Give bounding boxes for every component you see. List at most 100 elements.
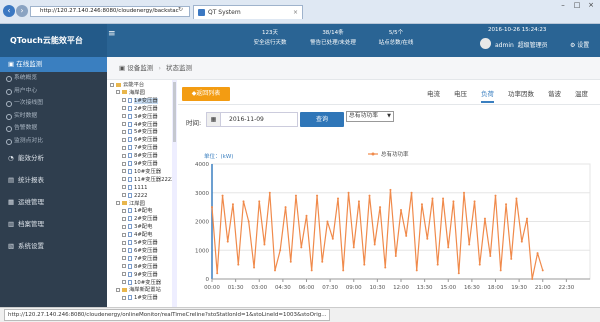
back-nav-icon[interactable]: ‹ — [3, 5, 15, 17]
tree-node[interactable]: 9#变压器 — [122, 271, 158, 280]
tree-node[interactable]: 2#变压器 — [122, 216, 158, 224]
checkbox-icon[interactable] — [122, 224, 126, 229]
file-icon — [128, 145, 132, 151]
window-close-icon[interactable]: × — [584, 0, 598, 10]
address-bar[interactable]: http://120.27.140.246:8080/cloudenergy/b… — [30, 6, 190, 17]
checkbox-icon[interactable] — [122, 129, 126, 134]
forward-nav-icon[interactable]: › — [16, 5, 28, 17]
date-value[interactable]: 2016-11-09 — [229, 113, 264, 126]
tab-温度[interactable]: 温度 — [575, 88, 588, 101]
tree-node[interactable]: 海岸园 — [116, 90, 145, 98]
data-point — [211, 206, 213, 209]
tree-node[interactable]: 7#变压器 — [122, 255, 158, 264]
tab-功率因数[interactable]: 功率因数 — [508, 88, 534, 101]
date-picker[interactable]: ▦ 2016-11-09 — [206, 112, 298, 127]
sidebar-subitem-user-center[interactable]: 用户中心 — [0, 85, 107, 98]
checkbox-icon[interactable] — [122, 122, 126, 126]
checkbox-icon[interactable] — [122, 272, 126, 277]
checkbox-icon[interactable] — [122, 232, 126, 237]
sidebar-subitem-alarms[interactable]: 告警数据 — [0, 122, 107, 135]
tree-node[interactable]: 10#变压器 — [122, 168, 161, 177]
tree-node[interactable]: 3#变压器 — [122, 113, 158, 122]
checkbox-icon[interactable] — [122, 137, 126, 142]
checkbox-icon[interactable] — [122, 208, 126, 213]
checkbox-icon[interactable] — [122, 98, 126, 103]
tree-node[interactable]: 6#变压器 — [122, 247, 158, 256]
settings-button[interactable]: ⚙ 设置 — [570, 40, 589, 49]
checkbox-icon[interactable] — [116, 287, 120, 292]
checkbox-icon[interactable] — [122, 145, 126, 150]
tree-node[interactable]: 10#变压器 — [122, 279, 161, 288]
tab-电流[interactable]: 电流 — [427, 88, 440, 101]
tree-node[interactable]: 1#变压器 — [122, 295, 158, 303]
user-menu[interactable]: admin 超级管理员 — [495, 40, 548, 49]
breadcrumb-item[interactable]: 设备监测 — [127, 64, 153, 72]
tree-node[interactable]: 11#变压器2222 — [122, 176, 172, 185]
tree-node[interactable]: 9#变压器 — [122, 161, 158, 169]
checkbox-icon[interactable] — [122, 177, 126, 182]
checkbox-icon[interactable] — [122, 240, 126, 245]
tree-node[interactable]: 云能平台 — [110, 82, 144, 90]
tab-负荷[interactable]: 负荷 — [481, 88, 494, 103]
tree-node[interactable]: 3#配电 — [122, 224, 152, 232]
checkbox-icon[interactable] — [110, 82, 114, 87]
tree-node[interactable]: 5#变压器 — [122, 240, 158, 248]
tree-node[interactable]: 4#变压器 — [122, 121, 158, 130]
tree-node[interactable]: 海岸新配置站 — [116, 287, 161, 295]
minimize-icon[interactable]: – — [556, 0, 570, 10]
checkbox-icon[interactable] — [122, 161, 126, 166]
tree-node[interactable]: 1111 — [122, 184, 147, 193]
tab-谐波[interactable]: 谐波 — [548, 88, 561, 101]
checkbox-icon[interactable] — [116, 90, 120, 95]
maximize-icon[interactable]: □ — [570, 0, 584, 10]
checkbox-icon[interactable] — [122, 114, 126, 119]
sidebar-subitem-compare[interactable]: 监测点对比 — [0, 135, 107, 148]
sidebar-subitem-wiring[interactable]: 一次接线图 — [0, 97, 107, 110]
sidebar-item-system[interactable]: ▧ 系统设置 — [0, 235, 107, 257]
sidebar-item-reports[interactable]: ▤ 统计报表 — [0, 169, 107, 191]
checkbox-icon[interactable] — [122, 280, 126, 284]
tree-node[interactable]: 1#变压器 — [122, 97, 158, 106]
sidebar-item-online-monitor[interactable]: ▣ 在线监测 — [0, 57, 107, 72]
tree-node[interactable]: 2222 — [122, 192, 147, 201]
back-to-list-button[interactable]: ◆返回列表 — [182, 87, 230, 101]
tree-node[interactable]: 7#变压器 — [122, 145, 158, 153]
checkbox-icon[interactable] — [116, 201, 120, 205]
menu-toggle-icon[interactable]: ≡ — [108, 29, 116, 39]
checkbox-icon[interactable] — [122, 169, 126, 174]
tree-node[interactable]: 6#变压器 — [122, 137, 158, 145]
query-button[interactable]: 查询 — [300, 112, 344, 127]
checkbox-icon[interactable] — [122, 264, 126, 269]
tree-node[interactable]: 2#变压器 — [122, 105, 158, 114]
checkbox-icon[interactable] — [122, 256, 126, 261]
tab-电压[interactable]: 电压 — [454, 88, 467, 101]
checkbox-icon[interactable] — [122, 153, 126, 158]
tab-close-icon[interactable]: × — [293, 6, 298, 19]
checkbox-icon[interactable] — [122, 248, 126, 253]
sidebar-subitem-overview[interactable]: 系统概览 — [0, 72, 107, 85]
sidebar-item-archive[interactable]: ▥ 档案管理 — [0, 213, 107, 235]
tree-scrollbar[interactable] — [172, 80, 177, 307]
browser-tab[interactable]: QT System × — [193, 5, 303, 19]
calendar-icon[interactable]: ▦ — [207, 113, 221, 126]
sidebar-item-energy[interactable]: ◔ 能效分析 — [0, 147, 107, 169]
tree-node[interactable]: 8#变压器 — [122, 263, 158, 272]
tree-node[interactable]: 4#配电 — [122, 232, 152, 240]
checkbox-icon[interactable] — [122, 295, 126, 300]
checkbox-icon[interactable] — [122, 185, 126, 190]
tree-node[interactable]: 1#配电 — [122, 208, 152, 216]
checkbox-icon[interactable] — [122, 106, 126, 111]
tree-node[interactable]: 江岸园 — [116, 201, 145, 209]
tree-node[interactable]: 8#变压器 — [122, 153, 158, 161]
file-icon — [128, 153, 132, 159]
avatar[interactable] — [480, 38, 491, 49]
refresh-icon[interactable]: ↻ — [178, 6, 183, 13]
sidebar-item-ops[interactable]: ▦ 运维管理 — [0, 191, 107, 213]
metric-select[interactable]: 总有功功率 ▼ — [346, 111, 394, 122]
sidebar-subitem-realtime[interactable]: 实时数据 — [0, 110, 107, 123]
tree-node-label: 云能平台 — [123, 82, 145, 88]
checkbox-icon[interactable] — [122, 216, 126, 221]
data-point — [499, 269, 502, 272]
tree-node[interactable]: 5#变压器 — [122, 129, 158, 137]
checkbox-icon[interactable] — [122, 193, 126, 198]
